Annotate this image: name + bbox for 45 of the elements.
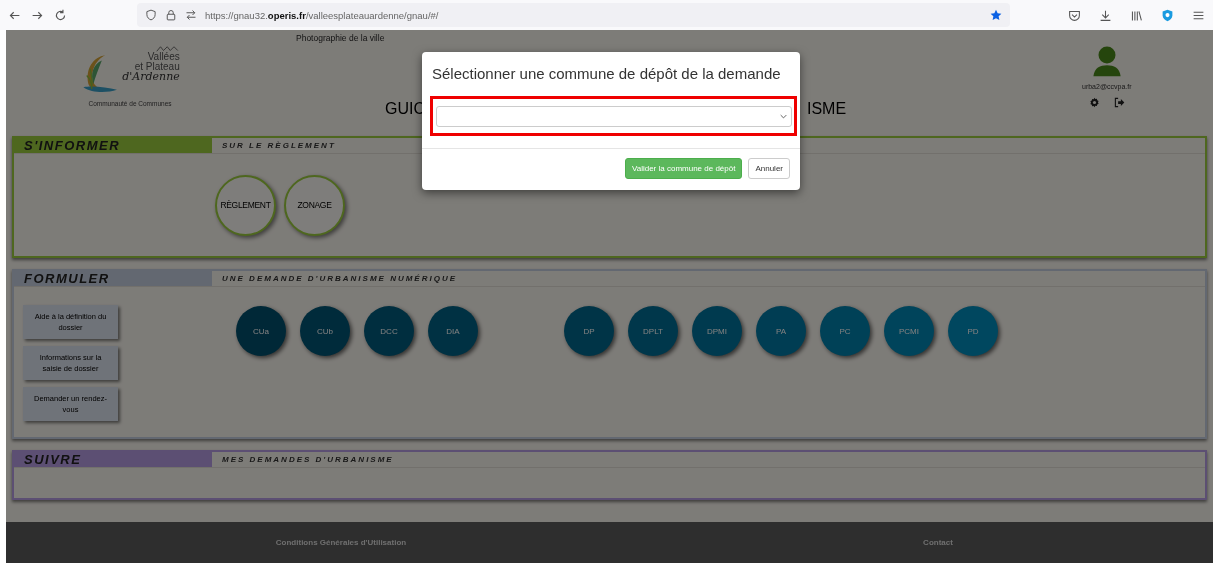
photo-caption: Photographie de la ville xyxy=(296,33,386,43)
download-icon[interactable] xyxy=(1099,8,1112,22)
footer-link[interactable]: Contact xyxy=(923,538,953,547)
section-title: SUIVRE xyxy=(14,452,212,467)
modal-title: Sélectionner une commune de dépôt de la demande xyxy=(432,65,782,82)
logout-icon[interactable] xyxy=(1113,97,1125,108)
shield-icon xyxy=(145,9,157,21)
mountains-icon xyxy=(155,46,180,52)
request-type-button[interactable]: DPLT xyxy=(628,306,678,356)
logo-text: d'Ardenne xyxy=(122,72,180,82)
request-type-button[interactable]: DIA xyxy=(428,306,478,356)
star-icon[interactable] xyxy=(990,9,1002,21)
section-subtitle: MES DEMANDES D'URBANISME xyxy=(221,454,394,466)
request-type-button[interactable]: PC xyxy=(820,306,870,356)
page-title: ISME xyxy=(807,100,847,118)
settings-icon[interactable] xyxy=(1088,97,1100,108)
logo-text: Vallées xyxy=(147,52,180,62)
logo-text: et Plateau xyxy=(134,62,180,72)
section-title: S'INFORMER xyxy=(14,138,212,153)
chevron-icon xyxy=(779,113,787,119)
pocket-icon[interactable] xyxy=(1068,8,1081,22)
library-icon[interactable] xyxy=(1130,8,1143,22)
page-title: GUIC xyxy=(385,100,425,118)
reload-icon[interactable] xyxy=(54,8,67,22)
request-type-button[interactable]: PCMI xyxy=(884,306,934,356)
section-subtitle: UNE DEMANDE D'URBANISME NUMÉRIQUE xyxy=(221,273,458,285)
circle-button[interactable]: ZONAGE xyxy=(284,174,345,236)
request-type-button[interactable]: PA xyxy=(756,306,806,356)
request-type-button[interactable]: CUa xyxy=(236,306,286,356)
url-text: https://gnau32.operis.fr/valleesplateauardenne/gnau/#/ xyxy=(205,9,440,21)
request-type-button[interactable]: CUb xyxy=(300,306,350,356)
circle-button[interactable]: RÈGLEMENT xyxy=(215,174,276,236)
section-subtitle: SUR LE RÈGLEMENT xyxy=(221,140,336,152)
modal-button[interactable]: Annuler xyxy=(748,158,790,179)
swap-icon xyxy=(185,9,197,21)
request-type-button[interactable]: DCC xyxy=(364,306,414,356)
request-type-button[interactable]: DP xyxy=(564,306,614,356)
request-type-button[interactable]: PD xyxy=(948,306,998,356)
footer-link[interactable]: Conditions Générales d'Utilisation xyxy=(275,538,407,547)
request-type-button[interactable]: DPMI xyxy=(692,306,742,356)
modal-button[interactable]: Valider la commune de dépôt xyxy=(624,158,743,179)
address-bar[interactable]: https://gnau32.operis.fr/valleesplateauardenne/gnau/#/ xyxy=(137,3,1010,27)
section-title: FORMULER xyxy=(14,271,212,286)
shield-icon[interactable] xyxy=(1161,8,1174,22)
lock-icon xyxy=(165,9,177,21)
